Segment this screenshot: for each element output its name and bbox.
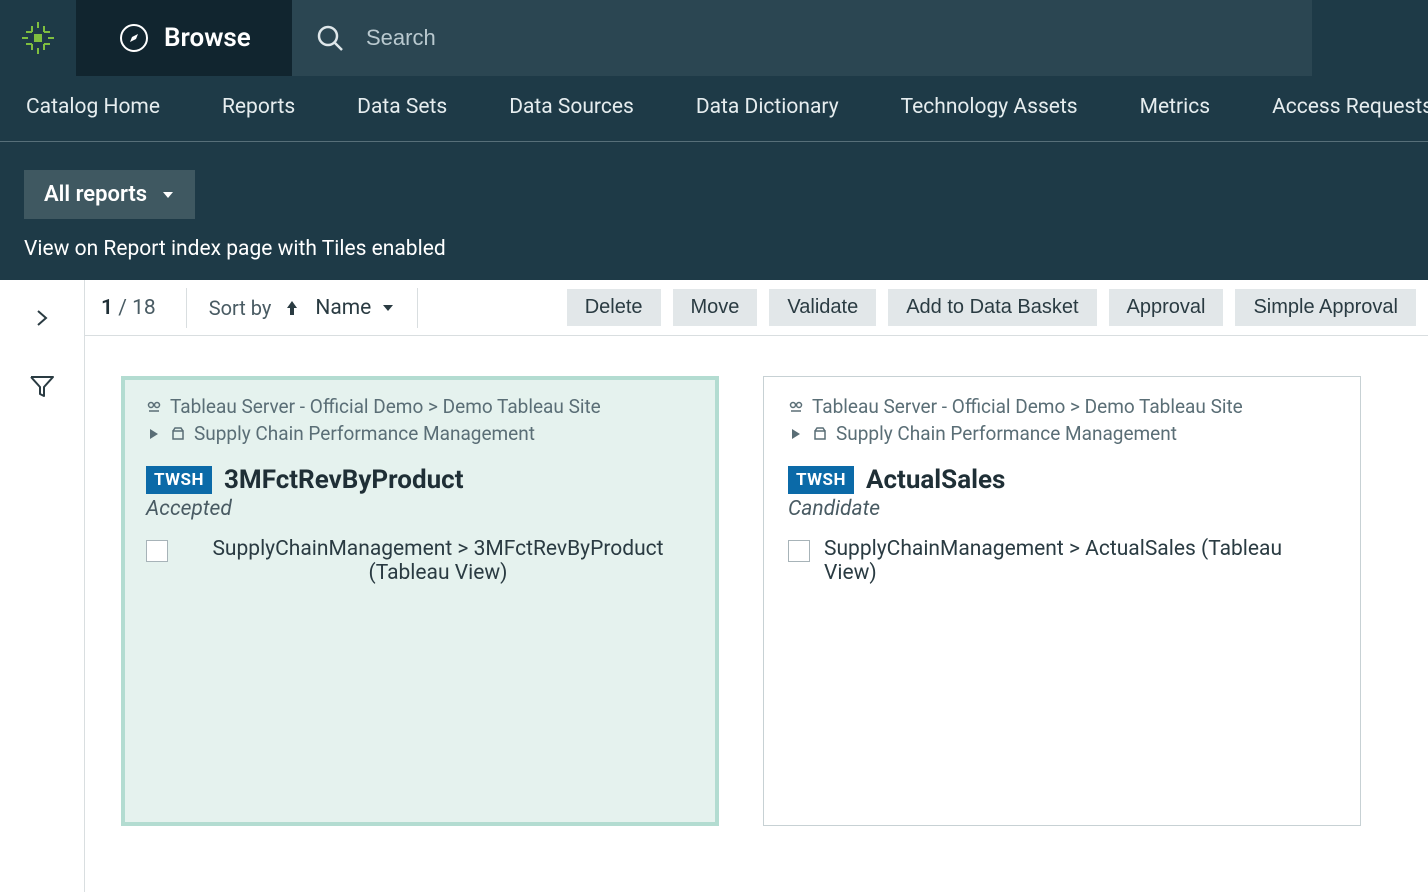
- validate-button[interactable]: Validate: [769, 289, 876, 326]
- tile-breadcrumb-2: Supply Chain Performance Management: [146, 422, 694, 445]
- nav-metrics[interactable]: Metrics: [1140, 95, 1210, 123]
- page-current: 1: [101, 296, 113, 320]
- main-area: 1 / 18 Sort by Name Delete Move Validate…: [85, 280, 1428, 892]
- view-filter-dropdown[interactable]: All reports: [24, 170, 195, 219]
- tile-title-row: TWSH ActualSales: [788, 465, 1336, 495]
- linked-asset-checkbox[interactable]: [788, 540, 810, 562]
- search-input[interactable]: [366, 25, 1288, 51]
- asset-type-badge: TWSH: [788, 466, 854, 494]
- tile-title[interactable]: 3MFctRevByProduct: [224, 465, 464, 495]
- nav-access-requests[interactable]: Access Requests: [1272, 95, 1428, 123]
- sort-by: Sort by: [209, 296, 302, 320]
- linked-asset-text[interactable]: SupplyChainManagement > 3MFctRevByProduc…: [182, 537, 694, 585]
- nav-reports[interactable]: Reports: [222, 95, 295, 123]
- tile-grid: Tableau Server - Official Demo > Demo Ta…: [85, 336, 1428, 866]
- report-tile[interactable]: Tableau Server - Official Demo > Demo Ta…: [121, 376, 719, 826]
- system-icon: [146, 399, 162, 415]
- triangle-right-icon: [146, 426, 162, 442]
- tile-status: Candidate: [788, 497, 1336, 521]
- tile-linked-asset-row: SupplyChainManagement > ActualSales (Tab…: [788, 537, 1336, 585]
- delete-button[interactable]: Delete: [567, 289, 661, 326]
- list-toolbar: 1 / 18 Sort by Name Delete Move Validate…: [85, 280, 1428, 336]
- report-tile[interactable]: Tableau Server - Official Demo > Demo Ta…: [763, 376, 1361, 826]
- tile-title-row: TWSH 3MFctRevByProduct: [146, 465, 694, 495]
- app-header: Browse: [0, 0, 1428, 76]
- simple-approval-button[interactable]: Simple Approval: [1235, 289, 1416, 326]
- toolbar-actions: Delete Move Validate Add to Data Basket …: [567, 289, 1416, 326]
- sub-header: All reports View on Report index page wi…: [0, 142, 1428, 280]
- sort-direction-icon[interactable]: [283, 299, 301, 317]
- linked-asset-text[interactable]: SupplyChainManagement > ActualSales (Tab…: [824, 537, 1336, 585]
- content-row: 1 / 18 Sort by Name Delete Move Validate…: [0, 280, 1428, 892]
- collibra-logo-icon: [20, 20, 56, 56]
- tile-title[interactable]: ActualSales: [866, 465, 1005, 495]
- tile-breadcrumb-2: Supply Chain Performance Management: [788, 422, 1336, 445]
- folder-icon: [812, 426, 828, 442]
- sort-field-dropdown[interactable]: Name: [315, 296, 395, 320]
- compass-icon: [118, 22, 150, 54]
- linked-asset-checkbox[interactable]: [146, 540, 168, 562]
- expand-panel-button[interactable]: [22, 298, 62, 338]
- tile-status: Accepted: [146, 497, 694, 521]
- move-button[interactable]: Move: [673, 289, 758, 326]
- asset-type-badge: TWSH: [146, 466, 212, 494]
- browse-section[interactable]: Browse: [76, 0, 292, 76]
- system-icon: [788, 399, 804, 415]
- search-bar[interactable]: [292, 0, 1312, 76]
- tile-breadcrumb-1: Tableau Server - Official Demo > Demo Ta…: [146, 395, 694, 418]
- caret-down-icon: [161, 188, 175, 202]
- add-to-basket-button[interactable]: Add to Data Basket: [888, 289, 1096, 326]
- folder-icon: [170, 426, 186, 442]
- browse-label: Browse: [164, 23, 251, 53]
- nav-data-sets[interactable]: Data Sets: [357, 95, 447, 123]
- sub-header-description: View on Report index page with Tiles ena…: [24, 237, 1428, 261]
- caret-down-icon: [381, 301, 395, 315]
- chevron-right-icon: [32, 308, 52, 328]
- page-total: 18: [132, 296, 156, 320]
- tile-breadcrumb-1: Tableau Server - Official Demo > Demo Ta…: [788, 395, 1336, 418]
- tile-linked-asset-row: SupplyChainManagement > 3MFctRevByProduc…: [146, 537, 694, 585]
- divider: [186, 288, 187, 328]
- nav-catalog-home[interactable]: Catalog Home: [26, 95, 160, 123]
- filter-button[interactable]: [22, 366, 62, 406]
- filter-icon: [28, 372, 56, 400]
- divider: [417, 288, 418, 328]
- triangle-right-icon: [788, 426, 804, 442]
- nav-technology-assets[interactable]: Technology Assets: [901, 95, 1078, 123]
- sort-by-label: Sort by: [209, 296, 272, 320]
- app-logo[interactable]: [0, 0, 76, 76]
- dropdown-label: All reports: [44, 182, 147, 207]
- approval-button[interactable]: Approval: [1109, 289, 1224, 326]
- nav-data-sources[interactable]: Data Sources: [509, 95, 634, 123]
- sort-field-label: Name: [315, 296, 371, 320]
- search-icon: [316, 24, 344, 52]
- nav-data-dictionary[interactable]: Data Dictionary: [696, 95, 839, 123]
- left-rail: [0, 280, 85, 892]
- page-indicator: 1 / 18: [97, 296, 164, 320]
- main-nav: Catalog Home Reports Data Sets Data Sour…: [0, 76, 1428, 142]
